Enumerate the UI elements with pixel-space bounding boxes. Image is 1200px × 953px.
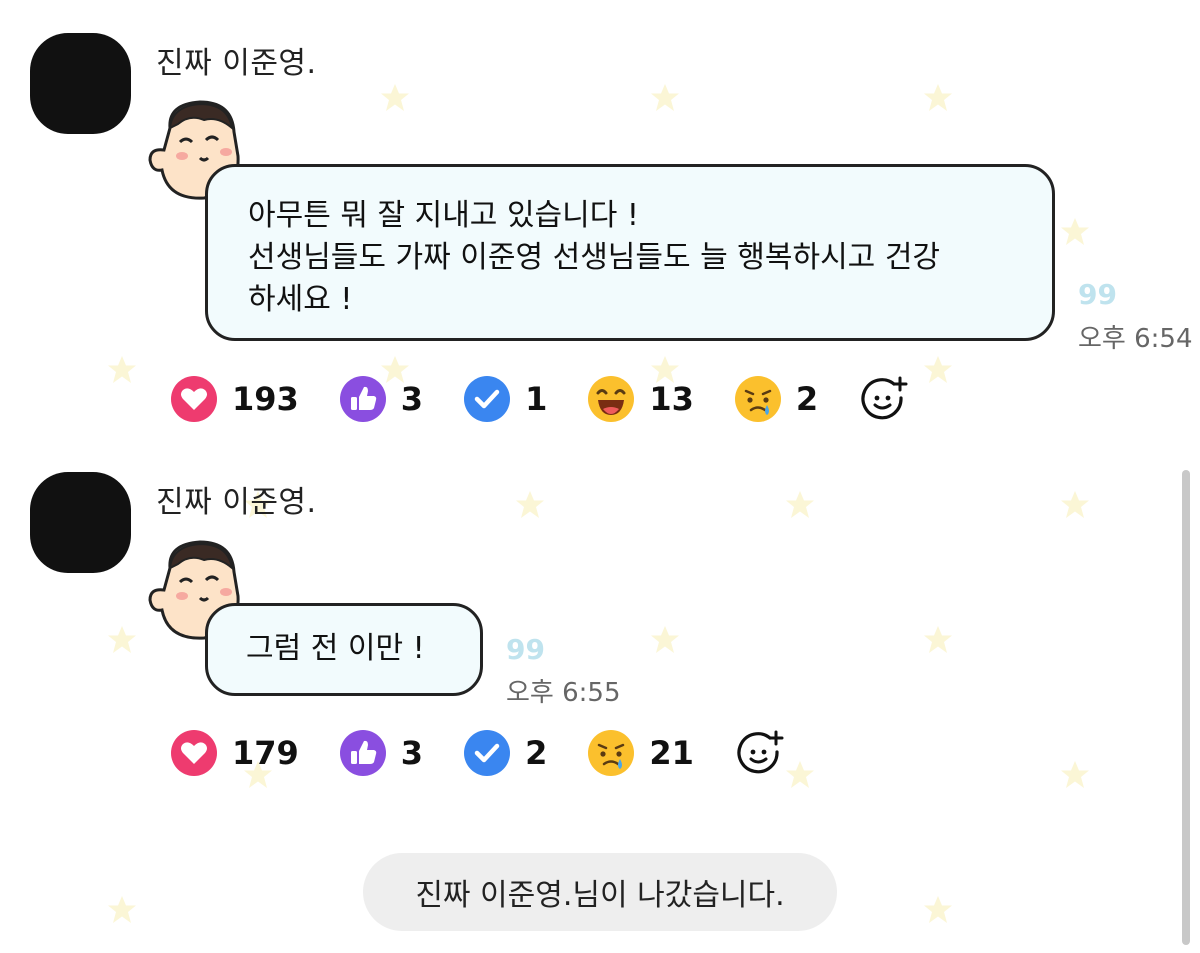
reaction-check[interactable]: 2 (463, 729, 547, 777)
message-bubble[interactable]: 그럼 전 이만 ! (205, 603, 483, 696)
reaction-sad[interactable]: 21 (587, 729, 694, 777)
add-reaction-icon[interactable] (858, 374, 908, 424)
thumbs-up-icon (339, 730, 386, 776)
avatar[interactable] (30, 472, 131, 573)
message-line: 선생님들도 가짜 이준영 선생님들도 늘 행복하시고 건강 (248, 240, 941, 275)
system-notice: 진짜 이준영.님이 나갔습니다. (363, 853, 837, 931)
reaction-check[interactable]: 1 (463, 375, 547, 423)
message-line: 하세요 ! (248, 282, 353, 317)
avatar[interactable] (30, 33, 131, 134)
timestamp: 오후 6:55 (506, 678, 621, 708)
thumbs-up-icon (339, 376, 386, 422)
reaction-count: 2 (795, 380, 819, 418)
reaction-thumbs-up[interactable]: 3 (339, 729, 423, 777)
heart-icon (171, 730, 217, 776)
check-icon (464, 376, 511, 422)
reaction-thumbs-up[interactable]: 3 (339, 375, 423, 423)
reaction-sad[interactable]: 2 (734, 375, 818, 423)
unread-count: 99 (506, 633, 545, 666)
reaction-heart[interactable]: 179 (170, 729, 299, 777)
message-bubble[interactable]: 아무튼 뭐 잘 지내고 있습니다 ! 선생님들도 가짜 이준영 선생님들도 늘 … (205, 164, 1055, 341)
sender-name: 진짜 이준영. (156, 46, 317, 81)
reaction-count: 1 (525, 380, 548, 418)
reaction-bar: 179 3 2 21 (170, 728, 784, 778)
reaction-count: 13 (649, 380, 694, 418)
heart-icon (171, 376, 217, 422)
reaction-count: 3 (400, 734, 424, 772)
sad-emoji-icon (734, 376, 781, 422)
reaction-heart[interactable]: 193 (170, 375, 299, 423)
reaction-count: 193 (232, 380, 299, 418)
unread-count: 99 (1078, 278, 1117, 311)
sender-name: 진짜 이준영. (156, 485, 317, 520)
sad-emoji-icon (588, 730, 635, 776)
scrollbar[interactable] (1182, 470, 1190, 945)
reaction-bar: 193 3 1 13 2 (170, 374, 908, 424)
message-line: 그럼 전 이만 ! (246, 631, 425, 666)
reaction-count: 2 (525, 734, 548, 772)
reaction-laughing[interactable]: 13 (587, 375, 694, 423)
reaction-count: 21 (649, 734, 694, 772)
check-icon (464, 730, 511, 776)
message-line: 아무튼 뭐 잘 지내고 있습니다 ! (248, 198, 639, 233)
laughing-emoji-icon (588, 376, 635, 422)
reaction-count: 179 (232, 734, 299, 772)
add-reaction-icon[interactable] (734, 728, 784, 778)
reaction-count: 3 (400, 380, 424, 418)
timestamp: 오후 6:54 (1078, 324, 1193, 354)
